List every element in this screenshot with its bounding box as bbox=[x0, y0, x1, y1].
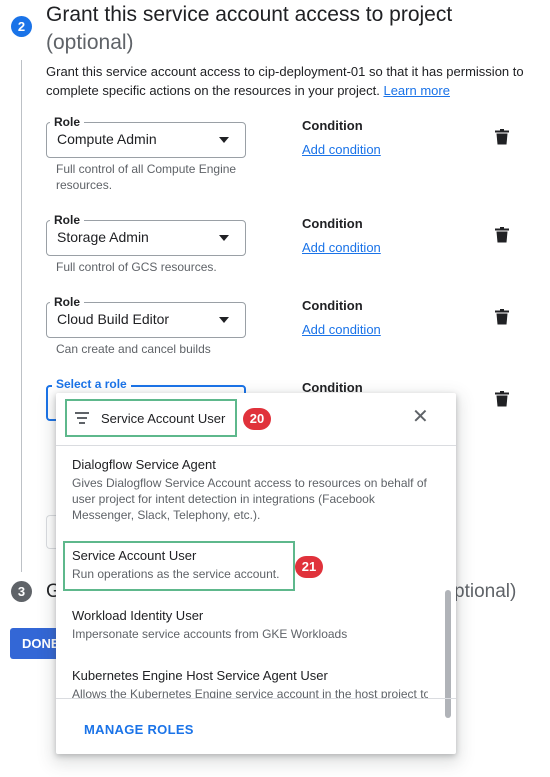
step-3-optional: ptional) bbox=[454, 581, 517, 602]
delete-icon[interactable] bbox=[495, 309, 509, 325]
dropdown-arrow-icon bbox=[219, 317, 229, 323]
list-item[interactable]: Kubernetes Engine Host Service Agent Use… bbox=[72, 667, 428, 698]
step-2-description: Grant this service account access to cip… bbox=[46, 62, 526, 100]
role-select-value: Compute Admin bbox=[57, 131, 157, 147]
option-description: Gives Dialogflow Service Account access … bbox=[72, 476, 427, 522]
highlight-box bbox=[63, 541, 295, 591]
step-2-subtitle: (optional) bbox=[46, 31, 134, 54]
role-helper-text: Full control of GCS resources. bbox=[56, 260, 217, 274]
list-item[interactable]: Dialogflow Service Agent Gives Dialogflo… bbox=[72, 456, 428, 523]
condition-label: Condition bbox=[302, 216, 363, 231]
add-condition-link[interactable]: Add condition bbox=[302, 142, 381, 157]
condition-label: Condition bbox=[302, 118, 363, 133]
step-2-indicator: 2 bbox=[11, 16, 32, 37]
list-item[interactable]: Workload Identity User Impersonate servi… bbox=[72, 607, 428, 642]
step-badge: 20 bbox=[243, 408, 271, 430]
learn-more-link[interactable]: Learn more bbox=[383, 83, 449, 98]
role-helper-text: Full control of all Compute Engine resou… bbox=[56, 162, 237, 192]
dropdown-footer: MANAGE ROLES bbox=[56, 698, 456, 755]
step-3-indicator: 3 bbox=[11, 581, 32, 602]
step-badge: 21 bbox=[295, 556, 323, 578]
option-name: Dialogflow Service Agent bbox=[72, 457, 216, 472]
option-description: Impersonate service accounts from GKE Wo… bbox=[72, 627, 348, 641]
delete-icon[interactable] bbox=[495, 391, 509, 407]
option-name: Kubernetes Engine Host Service Agent Use… bbox=[72, 668, 328, 683]
add-condition-link[interactable]: Add condition bbox=[302, 322, 381, 337]
filter-value: Service Account User bbox=[101, 411, 226, 426]
role-select-value: Cloud Build Editor bbox=[57, 311, 170, 327]
role-select-value: Storage Admin bbox=[57, 229, 149, 245]
description-text: Grant this service account access to cip… bbox=[46, 64, 524, 98]
manage-roles-button[interactable]: MANAGE ROLES bbox=[84, 722, 194, 737]
role-label: Role bbox=[50, 213, 85, 227]
add-condition-link[interactable]: Add condition bbox=[302, 240, 381, 255]
role-helper-text: Can create and cancel builds bbox=[56, 342, 211, 356]
option-name: Workload Identity User bbox=[72, 608, 204, 623]
select-role-label: Select a role bbox=[52, 377, 131, 391]
delete-icon[interactable] bbox=[495, 129, 509, 145]
role-label: Role bbox=[50, 115, 85, 129]
done-button[interactable]: DONE bbox=[10, 628, 62, 659]
delete-icon[interactable] bbox=[495, 227, 509, 243]
close-icon[interactable]: ✕ bbox=[412, 407, 429, 427]
dropdown-arrow-icon bbox=[219, 235, 229, 241]
option-description: Allows the Kubernetes Engine service acc… bbox=[72, 687, 428, 698]
step-2-title: Grant this service account access to pro… bbox=[46, 3, 453, 26]
role-label: Role bbox=[50, 295, 85, 309]
filter-icon bbox=[75, 412, 89, 424]
scrollbar[interactable] bbox=[442, 446, 454, 718]
condition-label: Condition bbox=[302, 298, 363, 313]
dropdown-arrow-icon bbox=[219, 137, 229, 143]
step-connector-line bbox=[21, 60, 22, 572]
role-filter-input[interactable]: Service Account User bbox=[65, 399, 237, 437]
